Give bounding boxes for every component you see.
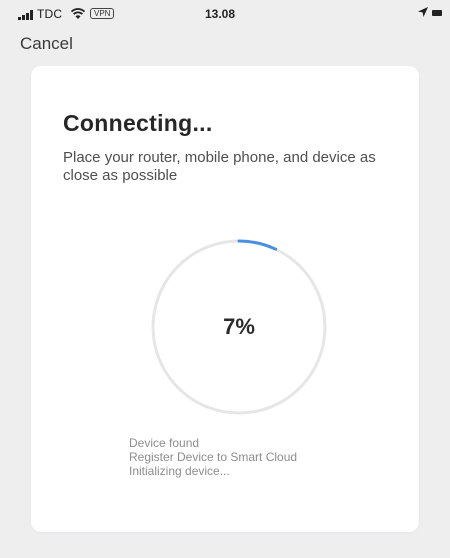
carrier-name: TDC xyxy=(37,7,63,21)
wifi-icon xyxy=(70,8,86,19)
instruction-text: Place your router, mobile phone, and dev… xyxy=(63,149,376,184)
status-bar: TDC VPN 13.08 xyxy=(0,0,450,30)
step-initializing: Initializing device... xyxy=(129,464,230,478)
battery-icon xyxy=(432,10,442,16)
page-title: Connecting... xyxy=(63,110,213,136)
vpn-badge: VPN xyxy=(90,8,115,19)
status-steps: Device found Register Device to Smart Cl… xyxy=(129,436,297,478)
step-register-device: Register Device to Smart Cloud xyxy=(129,450,298,464)
cancel-button[interactable]: Cancel xyxy=(20,34,73,54)
step-device-found: Device found xyxy=(129,436,200,450)
location-arrow-icon xyxy=(418,7,428,17)
status-time: 13.08 xyxy=(205,7,236,21)
progress-percent: 7% xyxy=(223,314,255,339)
connecting-card: Connecting... Place your router, mobile … xyxy=(31,66,419,532)
signal-bars-icon xyxy=(18,10,34,20)
